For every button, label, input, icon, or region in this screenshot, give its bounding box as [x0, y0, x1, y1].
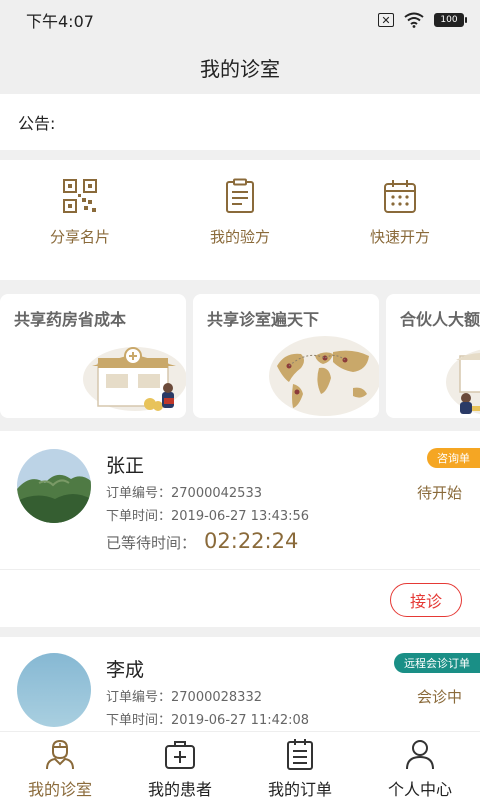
avatar-sky-image [17, 653, 91, 727]
order-status: 待开始 [416, 484, 462, 502]
banner-shared-clinic[interactable]: 共享诊室遍天下 [193, 294, 379, 418]
title-bar: 我的诊室 [0, 40, 480, 94]
banner-title: 共享药房省成本 [14, 310, 127, 329]
order-type-badge: 远程会诊订单 [394, 653, 480, 673]
person-icon [406, 740, 434, 770]
order-list-icon [287, 739, 313, 770]
banner-title: 共享诊室遍天下 [207, 310, 320, 329]
avatar [17, 653, 91, 727]
patient-name: 张正 [106, 455, 145, 477]
tab-label: 我的订单 [267, 780, 332, 799]
shortcut-grid: 分享名片 我的验方 快速开方 [0, 160, 480, 280]
quick-prescribe-button[interactable]: 快速开方 [320, 160, 480, 280]
tab-label: 个人中心 [387, 780, 452, 799]
share-card-label: 分享名片 [49, 228, 110, 246]
status-icons: ✕ 100 [378, 12, 467, 28]
tab-profile[interactable]: 个人中心 [360, 732, 480, 800]
order-number: 订单编号：27000028332 [106, 690, 262, 705]
doctor-icon [46, 739, 74, 770]
calendar-icon [384, 180, 416, 213]
banner-shared-pharmacy[interactable]: 共享药房省成本 [0, 294, 186, 418]
medical-kit-icon [165, 741, 195, 769]
battery-icon: 100 [434, 13, 467, 27]
quick-prescribe-label: 快速开方 [369, 228, 430, 246]
status-bar: 下午4:07 ✕ 100 [0, 0, 480, 40]
my-prescriptions-label: 我的验方 [209, 228, 270, 246]
document-icon [226, 178, 254, 213]
tab-my-patients[interactable]: 我的患者 [120, 732, 240, 800]
banner-partner[interactable]: 合伙人大额 [386, 294, 480, 418]
wait-time-label: 已等待时间： [106, 534, 197, 552]
order-card[interactable]: 张正 订单编号：27000042533 下单时间：2019-06-27 13:4… [0, 431, 480, 627]
patient-name: 李成 [106, 659, 145, 681]
avatar [17, 449, 91, 523]
tab-label: 我的诊室 [27, 780, 92, 799]
wifi-icon [404, 12, 424, 28]
divider [0, 569, 480, 570]
order-status: 会诊中 [416, 688, 462, 706]
order-card[interactable]: 李成 订单编号：27000028332 下单时间：2019-06-27 11:4… [0, 637, 480, 731]
qr-code-icon [63, 179, 97, 213]
bottom-tab-bar: 我的诊室 我的患者 我的订单 个人中心 [0, 731, 480, 800]
notice-bar[interactable]: 公告: [0, 94, 480, 150]
tab-my-clinic[interactable]: 我的诊室 [0, 732, 120, 800]
accept-consultation-button[interactable]: 接诊 [390, 583, 462, 617]
order-time: 下单时间：2019-06-27 13:43:56 [106, 509, 310, 524]
notice-label: 公告: [18, 114, 56, 133]
share-card-button[interactable]: 分享名片 [0, 160, 160, 280]
banner-title: 合伙人大额 [400, 310, 480, 329]
page-title: 我的诊室 [200, 56, 280, 81]
my-prescriptions-button[interactable]: 我的验方 [160, 160, 320, 280]
avatar-landscape-image [17, 449, 91, 523]
tab-label: 我的患者 [147, 780, 212, 799]
wait-time-value: 02:22:24 [204, 529, 299, 553]
tab-my-orders[interactable]: 我的订单 [240, 732, 360, 800]
wait-time: 已等待时间： 02:22:24 [106, 529, 298, 553]
order-time: 下单时间：2019-06-27 11:42:08 [106, 713, 310, 728]
order-number: 订单编号：27000042533 [106, 486, 262, 501]
order-type-badge: 咨询单 [427, 448, 480, 468]
promo-carousel[interactable]: 共享药房省成本 共享诊室遍天下 合伙人大额 [0, 294, 480, 418]
no-sim-icon: ✕ [378, 13, 394, 27]
status-time: 下午4:07 [26, 12, 94, 31]
